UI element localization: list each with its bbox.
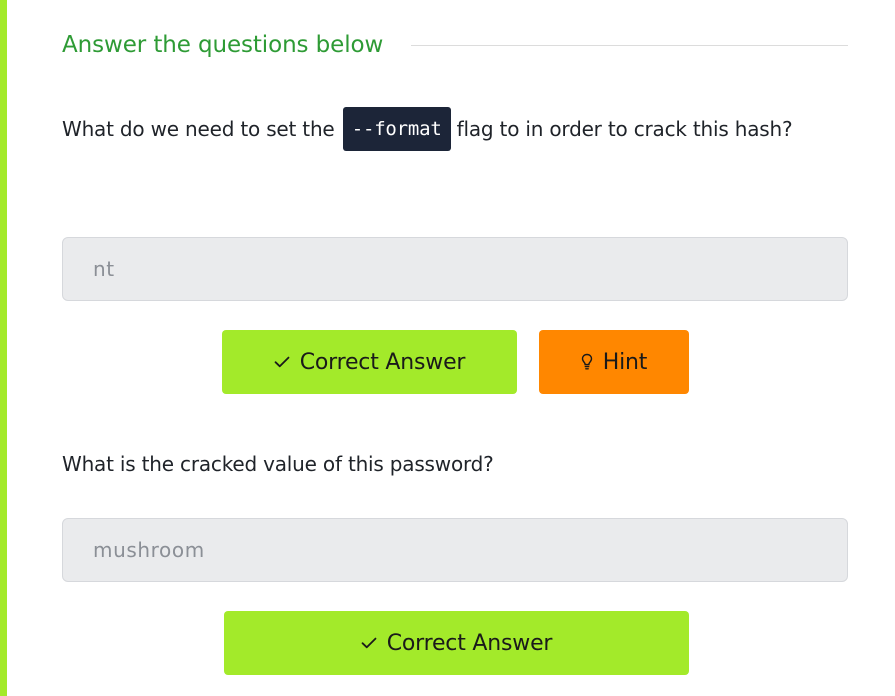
question-2-text: What is the cracked value of this passwo…: [62, 452, 494, 476]
section-divider: [411, 44, 848, 46]
section-header: Answer the questions below: [62, 28, 848, 62]
question-1-correct-answer-button[interactable]: Correct Answer: [222, 330, 517, 394]
question-2-answer-value: mushroom: [93, 538, 205, 562]
question-2-correct-answer-button[interactable]: Correct Answer: [224, 611, 689, 675]
question-2-answer-field[interactable]: mushroom: [62, 518, 848, 582]
format-flag-code: --format: [342, 106, 451, 151]
question-1-correct-answer-label: Correct Answer: [299, 349, 466, 375]
section-title: Answer the questions below: [62, 32, 384, 58]
question-1-answer-value: nt: [93, 257, 115, 281]
check-icon: [274, 356, 290, 368]
check-icon: [361, 637, 377, 649]
accent-bar: [0, 0, 7, 696]
question-1-hint-label: Hint: [602, 349, 648, 375]
lightbulb-icon: [581, 353, 593, 371]
answer-section: Answer the questions below What do we ne…: [0, 0, 895, 696]
question-1-text: What do we need to set the --format flag …: [62, 103, 848, 155]
question-1-text-before: What do we need to set the: [62, 117, 335, 141]
question-1-hint-button[interactable]: Hint: [539, 330, 689, 394]
question-1-text-after: flag to in order to crack this hash?: [456, 117, 793, 141]
question-1-answer-field[interactable]: nt: [62, 237, 848, 301]
question-2-correct-answer-label: Correct Answer: [386, 630, 553, 656]
